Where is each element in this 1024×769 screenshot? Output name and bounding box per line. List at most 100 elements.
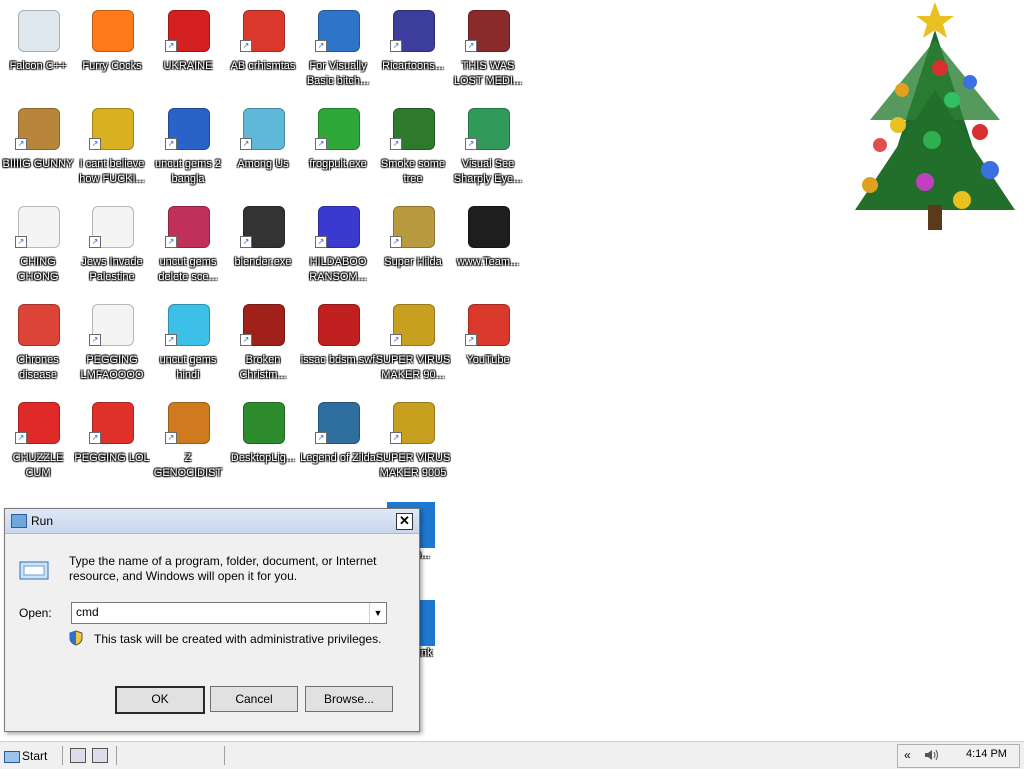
shortcut-arrow-icon: ↗ (390, 40, 402, 52)
desktop-icon[interactable]: ↗ frogpult.exe (300, 102, 376, 198)
open-label: Open: (19, 606, 52, 620)
desktop-icon-label: DesktopLig... (230, 452, 296, 464)
taskbar-separator (224, 746, 225, 765)
desktop-icon[interactable]: ↗ Ricartoons... (375, 4, 451, 100)
shortcut-arrow-icon: ↗ (240, 138, 252, 150)
desktop-icon-label: Furry Cocks (82, 60, 142, 72)
desktop-icon[interactable]: ↗ BIIIIG GUNNY (0, 102, 76, 198)
desktop-icon[interactable]: ↗ Among Us (225, 102, 301, 198)
start-button[interactable]: Start (4, 746, 52, 766)
desktop-icon-label: uncut gems delete sce... (158, 256, 218, 283)
desktop-icon-label: SUPER VIRUS MAKER 90... (375, 354, 451, 381)
desktop-icon[interactable]: Furry Cocks (74, 4, 150, 100)
show-desktop-icon[interactable] (70, 748, 86, 763)
shortcut-arrow-icon: ↗ (390, 236, 402, 248)
desktop-icon-label: Falcon C++ (9, 60, 67, 72)
shortcut-arrow-icon: ↗ (89, 236, 101, 248)
desktop-icon-label: Ricartoons... (382, 60, 444, 72)
shield-icon (69, 630, 83, 646)
desktop-icon-label: AB crhismtas (230, 60, 296, 72)
shortcut-arrow-icon: ↗ (390, 334, 402, 346)
tray-expand-icon[interactable]: « (904, 748, 911, 762)
browse-button[interactable]: Browse... (305, 686, 393, 712)
desktop-icon[interactable]: ↗ Broken Christm... (225, 298, 301, 394)
shortcut-arrow-icon: ↗ (465, 138, 477, 150)
clock[interactable]: 4:14 PM (966, 748, 1007, 760)
desktop-icon-label: uncut gems hindi (159, 354, 217, 381)
desktop-icon-label: frogpult.exe (309, 158, 367, 170)
desktop-icon[interactable]: ↗ AB crhismtas (225, 4, 301, 100)
desktop-icon-label: HILDABOO RANSOM... (309, 256, 367, 283)
system-tray: « 4:14 PM (897, 744, 1020, 768)
run-title: Run (31, 514, 54, 528)
desktop-icon[interactable]: ↗ SUPER VIRUS MAKER 9005 (375, 396, 451, 492)
explorer-icon[interactable] (92, 748, 108, 763)
desktop-icon[interactable]: ↗ uncut gems hindi (150, 298, 226, 394)
desktop-icon-label: www.Team... (456, 256, 520, 268)
desktop-icon[interactable]: DesktopLig... (225, 396, 301, 492)
desktop-icon[interactable]: ↗ I cant believe how FUCKI... (74, 102, 150, 198)
desktop-icon[interactable]: ↗ Smoke some tree (375, 102, 451, 198)
shortcut-arrow-icon: ↗ (315, 40, 327, 52)
desktop-icon[interactable]: Falcon C++ (0, 4, 76, 100)
desktop-icon-label: Jews Invade Palestine (81, 256, 143, 283)
desktop-icon[interactable]: ↗ uncut gems delete sce... (150, 200, 226, 296)
shortcut-arrow-icon: ↗ (165, 432, 177, 444)
shortcut-arrow-icon: ↗ (315, 432, 327, 444)
taskbar: Start « 4:14 PM (0, 741, 1024, 769)
desktop-icon[interactable]: ↗ Super Hilda (375, 200, 451, 296)
firefox-icon (92, 10, 134, 52)
open-combobox[interactable]: ▼ (71, 602, 387, 624)
run-titlebar[interactable]: Run ✕ (5, 509, 419, 534)
desktop-icon[interactable]: www.Team... (450, 200, 526, 296)
shortcut-arrow-icon: ↗ (165, 40, 177, 52)
run-description: Type the name of a program, folder, docu… (69, 554, 377, 583)
desktop-icon-label: Smoke some tree (380, 158, 446, 185)
desktop-icon-label: Visual See Sharply Eye... (453, 158, 523, 185)
start-label: Start (22, 749, 48, 763)
star-tree-icon (243, 402, 285, 444)
desktop-icon[interactable]: ↗ Jews Invade Palestine (74, 200, 150, 296)
desktop-icon[interactable]: Chrones disease (0, 298, 76, 394)
open-input[interactable] (72, 603, 370, 621)
desktop-icon[interactable]: ↗ PEGGING LOL (74, 396, 150, 492)
desktop-icon[interactable]: issac bdsm.swf (300, 298, 376, 394)
run-dialog: Run ✕ Type the name of a program, folder… (4, 508, 420, 732)
desktop-icon[interactable]: ↗ UKRAINE (150, 4, 226, 100)
desktop-icon[interactable]: ↗ CHUZZLE CUM (0, 396, 76, 492)
desktop-icon-label: CHING CHONG (17, 256, 59, 283)
run-icon (19, 561, 49, 580)
desktop-icon[interactable]: ↗ HILDABOO RANSOM... (300, 200, 376, 296)
desktop-icon-label: THIS WAS LOST MEDI... (453, 60, 523, 87)
desktop-icon[interactable]: ↗ CHING CHONG (0, 200, 76, 296)
desktop-icon[interactable]: ↗ SUPER VIRUS MAKER 90... (375, 298, 451, 394)
desktop-icon[interactable]: ↗ For Visually Basic bitch... (300, 4, 376, 100)
ok-button[interactable]: OK (115, 686, 205, 714)
desktop-icon-label: Among Us (237, 158, 289, 170)
admin-privileges-note: This task will be created with administr… (94, 632, 382, 646)
desktop-icon-label: For Visually Basic bitch... (306, 60, 370, 87)
desktop-icon-label: Legend of Zilda (300, 452, 376, 464)
shortcut-arrow-icon: ↗ (240, 236, 252, 248)
desktop-icon[interactable]: ↗ THIS WAS LOST MEDI... (450, 4, 526, 100)
cancel-button[interactable]: Cancel (210, 686, 298, 712)
recycle-bin-icon (18, 10, 60, 52)
desktop-icon[interactable]: ↗ Z GENOCIDIST (150, 396, 226, 492)
desktop-icon[interactable]: ↗ uncut gems 2 bangla (150, 102, 226, 198)
desktop-icon[interactable]: ↗ Legend of Zilda (300, 396, 376, 492)
desktop-icon[interactable]: ↗ PEGGING LMFAOOOO (74, 298, 150, 394)
desktop-icon[interactable]: ↗ YouTube (450, 298, 526, 394)
shortcut-arrow-icon: ↗ (390, 138, 402, 150)
shortcut-arrow-icon: ↗ (15, 432, 27, 444)
desktop-icon-label: YouTube (466, 354, 510, 366)
desktop-icon-label: PEGGING LOL (74, 452, 150, 464)
desktop-icon[interactable]: ↗ blender.exe (225, 200, 301, 296)
chevron-down-icon[interactable]: ▼ (369, 603, 386, 623)
desktop-icon[interactable]: ↗ Visual See Sharply Eye... (450, 102, 526, 198)
close-button[interactable]: ✕ (396, 513, 413, 530)
speaker-icon[interactable] (924, 748, 940, 762)
desktop-icon-label: Broken Christm... (239, 354, 287, 381)
shortcut-arrow-icon: ↗ (165, 334, 177, 346)
christmas-tree-widget[interactable] (840, 0, 1020, 240)
shortcut-arrow-icon: ↗ (165, 236, 177, 248)
